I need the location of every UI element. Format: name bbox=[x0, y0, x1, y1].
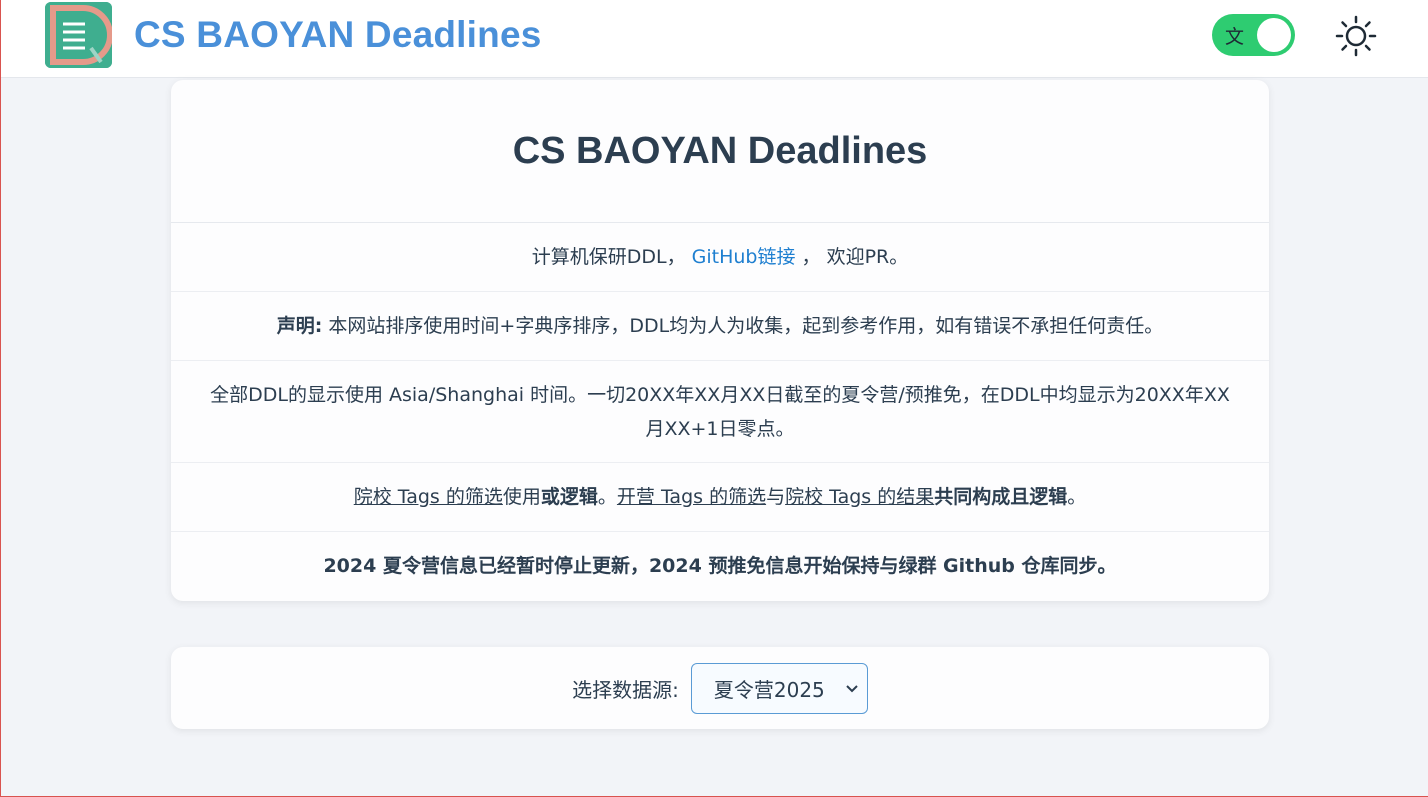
chevron-down-icon bbox=[845, 678, 859, 704]
toggle-knob bbox=[1257, 18, 1291, 52]
timezone-text: 全部DDL的显示使用 Asia/Shanghai 时间。一切20XX年XX月XX… bbox=[210, 383, 1230, 440]
disclaimer-text: 本网站排序使用时间+字典序排序，DDL均为人为收集，起到参考作用，如有错误不承担… bbox=[322, 315, 1164, 337]
brand-title[interactable]: CS BAOYAN Deadlines bbox=[134, 14, 542, 56]
tags-text-period: 。 bbox=[597, 486, 617, 508]
tags-text-end: 。 bbox=[1067, 486, 1087, 508]
or-logic-text: 或逻辑 bbox=[540, 486, 598, 508]
tags-text-and: 与 bbox=[766, 486, 786, 508]
intro-prefix: 计算机保研DDL， bbox=[531, 246, 686, 268]
tags-text-uses: 使用 bbox=[502, 486, 541, 508]
intro-card: CS BAOYAN Deadlines 计算机保研DDL， GitHub链接 ，… bbox=[171, 80, 1269, 601]
school-tags-filter-text: 院校 Tags 的筛选 bbox=[353, 486, 503, 508]
intro-suffix: ， 欢迎PR。 bbox=[801, 246, 909, 268]
disclaimer-row: 声明: 本网站排序使用时间+字典序排序，DDL均为人为收集，起到参考作用，如有错… bbox=[171, 292, 1269, 361]
page-title: CS BAOYAN Deadlines bbox=[171, 80, 1269, 223]
update-notice: 2024 夏令营信息已经暂时停止更新，2024 预推免信息开始保持与绿群 Git… bbox=[323, 555, 1117, 577]
data-source-select[interactable]: 夏令营2025 bbox=[690, 662, 868, 714]
timezone-row: 全部DDL的显示使用 Asia/Shanghai 时间。一切20XX年XX月XX… bbox=[171, 361, 1269, 463]
language-toggle[interactable]: 文 bbox=[1212, 14, 1295, 56]
camp-tags-filter-text: 开营 Tags 的筛选 bbox=[616, 486, 767, 508]
language-label: 文 bbox=[1225, 26, 1245, 48]
data-source-label: 选择数据源: bbox=[572, 677, 679, 702]
top-navbar: CS BAOYAN Deadlines 文 bbox=[1, 0, 1428, 78]
and-logic-text: 共同构成且逻辑 bbox=[934, 486, 1068, 508]
tags-logic-row: 院校 Tags 的筛选使用或逻辑。开营 Tags 的筛选与院校 Tags 的结果… bbox=[171, 463, 1269, 532]
data-source-card: 选择数据源: 夏令营2025 bbox=[171, 647, 1269, 729]
app-logo[interactable] bbox=[45, 2, 112, 68]
notice-row: 2024 夏令营信息已经暂时停止更新，2024 预推免信息开始保持与绿群 Git… bbox=[171, 532, 1269, 600]
github-link[interactable]: GitHub链接 bbox=[692, 246, 796, 268]
sun-icon[interactable] bbox=[1335, 15, 1377, 57]
school-tags-result-text: 院校 Tags 的结果 bbox=[785, 486, 935, 508]
intro-row-github: 计算机保研DDL， GitHub链接 ， 欢迎PR。 bbox=[171, 223, 1269, 292]
disclaimer-label: 声明: bbox=[276, 315, 323, 337]
data-source-selected: 夏令营2025 bbox=[713, 677, 825, 702]
